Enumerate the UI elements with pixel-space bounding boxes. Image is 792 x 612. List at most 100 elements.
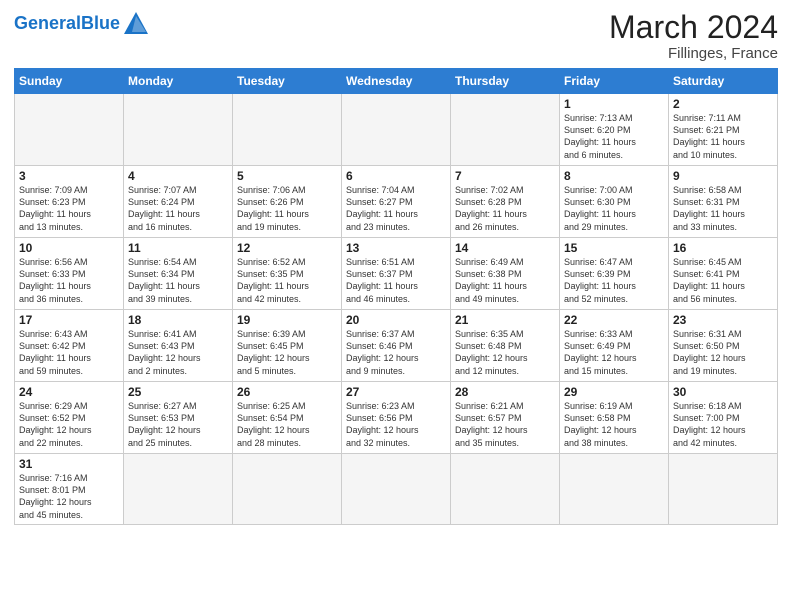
- calendar-cell: 15Sunrise: 6:47 AM Sunset: 6:39 PM Dayli…: [560, 238, 669, 310]
- calendar-cell: 1Sunrise: 7:13 AM Sunset: 6:20 PM Daylig…: [560, 94, 669, 166]
- calendar-cell: 8Sunrise: 7:00 AM Sunset: 6:30 PM Daylig…: [560, 166, 669, 238]
- calendar-cell: [669, 454, 778, 525]
- day-info: Sunrise: 6:41 AM Sunset: 6:43 PM Dayligh…: [128, 328, 228, 377]
- day-number: 12: [237, 241, 337, 255]
- calendar-cell: [233, 454, 342, 525]
- day-info: Sunrise: 6:21 AM Sunset: 6:57 PM Dayligh…: [455, 400, 555, 449]
- day-info: Sunrise: 6:23 AM Sunset: 6:56 PM Dayligh…: [346, 400, 446, 449]
- day-number: 25: [128, 385, 228, 399]
- logo-icon: [122, 10, 150, 38]
- day-info: Sunrise: 6:49 AM Sunset: 6:38 PM Dayligh…: [455, 256, 555, 305]
- calendar-cell: 20Sunrise: 6:37 AM Sunset: 6:46 PM Dayli…: [342, 310, 451, 382]
- day-number: 5: [237, 169, 337, 183]
- day-info: Sunrise: 7:16 AM Sunset: 8:01 PM Dayligh…: [19, 472, 119, 521]
- day-info: Sunrise: 6:19 AM Sunset: 6:58 PM Dayligh…: [564, 400, 664, 449]
- calendar-cell: [233, 94, 342, 166]
- day-number: 3: [19, 169, 119, 183]
- header-wednesday: Wednesday: [342, 69, 451, 94]
- logo-blue-text: Blue: [81, 13, 120, 33]
- day-info: Sunrise: 6:54 AM Sunset: 6:34 PM Dayligh…: [128, 256, 228, 305]
- calendar-cell: 3Sunrise: 7:09 AM Sunset: 6:23 PM Daylig…: [15, 166, 124, 238]
- calendar-cell: [124, 454, 233, 525]
- day-number: 27: [346, 385, 446, 399]
- day-info: Sunrise: 6:45 AM Sunset: 6:41 PM Dayligh…: [673, 256, 773, 305]
- day-info: Sunrise: 6:58 AM Sunset: 6:31 PM Dayligh…: [673, 184, 773, 233]
- day-number: 4: [128, 169, 228, 183]
- day-number: 10: [19, 241, 119, 255]
- calendar-cell: 25Sunrise: 6:27 AM Sunset: 6:53 PM Dayli…: [124, 382, 233, 454]
- calendar-cell: 12Sunrise: 6:52 AM Sunset: 6:35 PM Dayli…: [233, 238, 342, 310]
- day-info: Sunrise: 6:43 AM Sunset: 6:42 PM Dayligh…: [19, 328, 119, 377]
- calendar-cell: 18Sunrise: 6:41 AM Sunset: 6:43 PM Dayli…: [124, 310, 233, 382]
- day-number: 29: [564, 385, 664, 399]
- day-number: 20: [346, 313, 446, 327]
- day-number: 11: [128, 241, 228, 255]
- header: GeneralBlue March 2024 Fillinges, France: [14, 10, 778, 62]
- calendar-cell: 29Sunrise: 6:19 AM Sunset: 6:58 PM Dayli…: [560, 382, 669, 454]
- calendar-cell: [342, 454, 451, 525]
- title-block: March 2024 Fillinges, France: [609, 10, 778, 62]
- calendar-cell: 27Sunrise: 6:23 AM Sunset: 6:56 PM Dayli…: [342, 382, 451, 454]
- calendar-cell: 30Sunrise: 6:18 AM Sunset: 7:00 PM Dayli…: [669, 382, 778, 454]
- calendar-cell: 10Sunrise: 6:56 AM Sunset: 6:33 PM Dayli…: [15, 238, 124, 310]
- logo-general: General: [14, 13, 81, 33]
- calendar-cell: 22Sunrise: 6:33 AM Sunset: 6:49 PM Dayli…: [560, 310, 669, 382]
- calendar-cell: 24Sunrise: 6:29 AM Sunset: 6:52 PM Dayli…: [15, 382, 124, 454]
- day-number: 26: [237, 385, 337, 399]
- day-number: 18: [128, 313, 228, 327]
- day-number: 19: [237, 313, 337, 327]
- day-info: Sunrise: 6:33 AM Sunset: 6:49 PM Dayligh…: [564, 328, 664, 377]
- day-number: 24: [19, 385, 119, 399]
- day-info: Sunrise: 7:11 AM Sunset: 6:21 PM Dayligh…: [673, 112, 773, 161]
- day-number: 16: [673, 241, 773, 255]
- day-number: 14: [455, 241, 555, 255]
- header-thursday: Thursday: [451, 69, 560, 94]
- calendar-cell: 19Sunrise: 6:39 AM Sunset: 6:45 PM Dayli…: [233, 310, 342, 382]
- logo-text: GeneralBlue: [14, 14, 120, 34]
- calendar-cell: [451, 94, 560, 166]
- logo: GeneralBlue: [14, 10, 150, 38]
- day-number: 2: [673, 97, 773, 111]
- calendar-cell: [15, 94, 124, 166]
- day-number: 23: [673, 313, 773, 327]
- day-number: 8: [564, 169, 664, 183]
- calendar-header-row: Sunday Monday Tuesday Wednesday Thursday…: [15, 69, 778, 94]
- calendar-cell: 21Sunrise: 6:35 AM Sunset: 6:48 PM Dayli…: [451, 310, 560, 382]
- day-info: Sunrise: 6:56 AM Sunset: 6:33 PM Dayligh…: [19, 256, 119, 305]
- calendar-cell: 17Sunrise: 6:43 AM Sunset: 6:42 PM Dayli…: [15, 310, 124, 382]
- day-number: 13: [346, 241, 446, 255]
- day-number: 17: [19, 313, 119, 327]
- header-sunday: Sunday: [15, 69, 124, 94]
- calendar-cell: 28Sunrise: 6:21 AM Sunset: 6:57 PM Dayli…: [451, 382, 560, 454]
- day-info: Sunrise: 7:06 AM Sunset: 6:26 PM Dayligh…: [237, 184, 337, 233]
- calendar-week-row: 17Sunrise: 6:43 AM Sunset: 6:42 PM Dayli…: [15, 310, 778, 382]
- day-info: Sunrise: 7:04 AM Sunset: 6:27 PM Dayligh…: [346, 184, 446, 233]
- calendar-cell: 11Sunrise: 6:54 AM Sunset: 6:34 PM Dayli…: [124, 238, 233, 310]
- day-number: 22: [564, 313, 664, 327]
- calendar-cell: 14Sunrise: 6:49 AM Sunset: 6:38 PM Dayli…: [451, 238, 560, 310]
- calendar-week-row: 3Sunrise: 7:09 AM Sunset: 6:23 PM Daylig…: [15, 166, 778, 238]
- day-number: 9: [673, 169, 773, 183]
- day-info: Sunrise: 6:31 AM Sunset: 6:50 PM Dayligh…: [673, 328, 773, 377]
- day-info: Sunrise: 7:02 AM Sunset: 6:28 PM Dayligh…: [455, 184, 555, 233]
- day-info: Sunrise: 6:35 AM Sunset: 6:48 PM Dayligh…: [455, 328, 555, 377]
- day-number: 31: [19, 457, 119, 471]
- day-info: Sunrise: 6:29 AM Sunset: 6:52 PM Dayligh…: [19, 400, 119, 449]
- calendar-cell: [342, 94, 451, 166]
- calendar-cell: [560, 454, 669, 525]
- calendar-cell: [451, 454, 560, 525]
- calendar-cell: 4Sunrise: 7:07 AM Sunset: 6:24 PM Daylig…: [124, 166, 233, 238]
- day-info: Sunrise: 6:52 AM Sunset: 6:35 PM Dayligh…: [237, 256, 337, 305]
- day-number: 6: [346, 169, 446, 183]
- calendar-week-row: 24Sunrise: 6:29 AM Sunset: 6:52 PM Dayli…: [15, 382, 778, 454]
- day-number: 1: [564, 97, 664, 111]
- calendar-cell: 6Sunrise: 7:04 AM Sunset: 6:27 PM Daylig…: [342, 166, 451, 238]
- day-number: 28: [455, 385, 555, 399]
- day-info: Sunrise: 6:47 AM Sunset: 6:39 PM Dayligh…: [564, 256, 664, 305]
- day-info: Sunrise: 7:13 AM Sunset: 6:20 PM Dayligh…: [564, 112, 664, 161]
- calendar-week-row: 31Sunrise: 7:16 AM Sunset: 8:01 PM Dayli…: [15, 454, 778, 525]
- calendar-cell: 9Sunrise: 6:58 AM Sunset: 6:31 PM Daylig…: [669, 166, 778, 238]
- calendar-cell: 16Sunrise: 6:45 AM Sunset: 6:41 PM Dayli…: [669, 238, 778, 310]
- calendar-cell: 5Sunrise: 7:06 AM Sunset: 6:26 PM Daylig…: [233, 166, 342, 238]
- header-tuesday: Tuesday: [233, 69, 342, 94]
